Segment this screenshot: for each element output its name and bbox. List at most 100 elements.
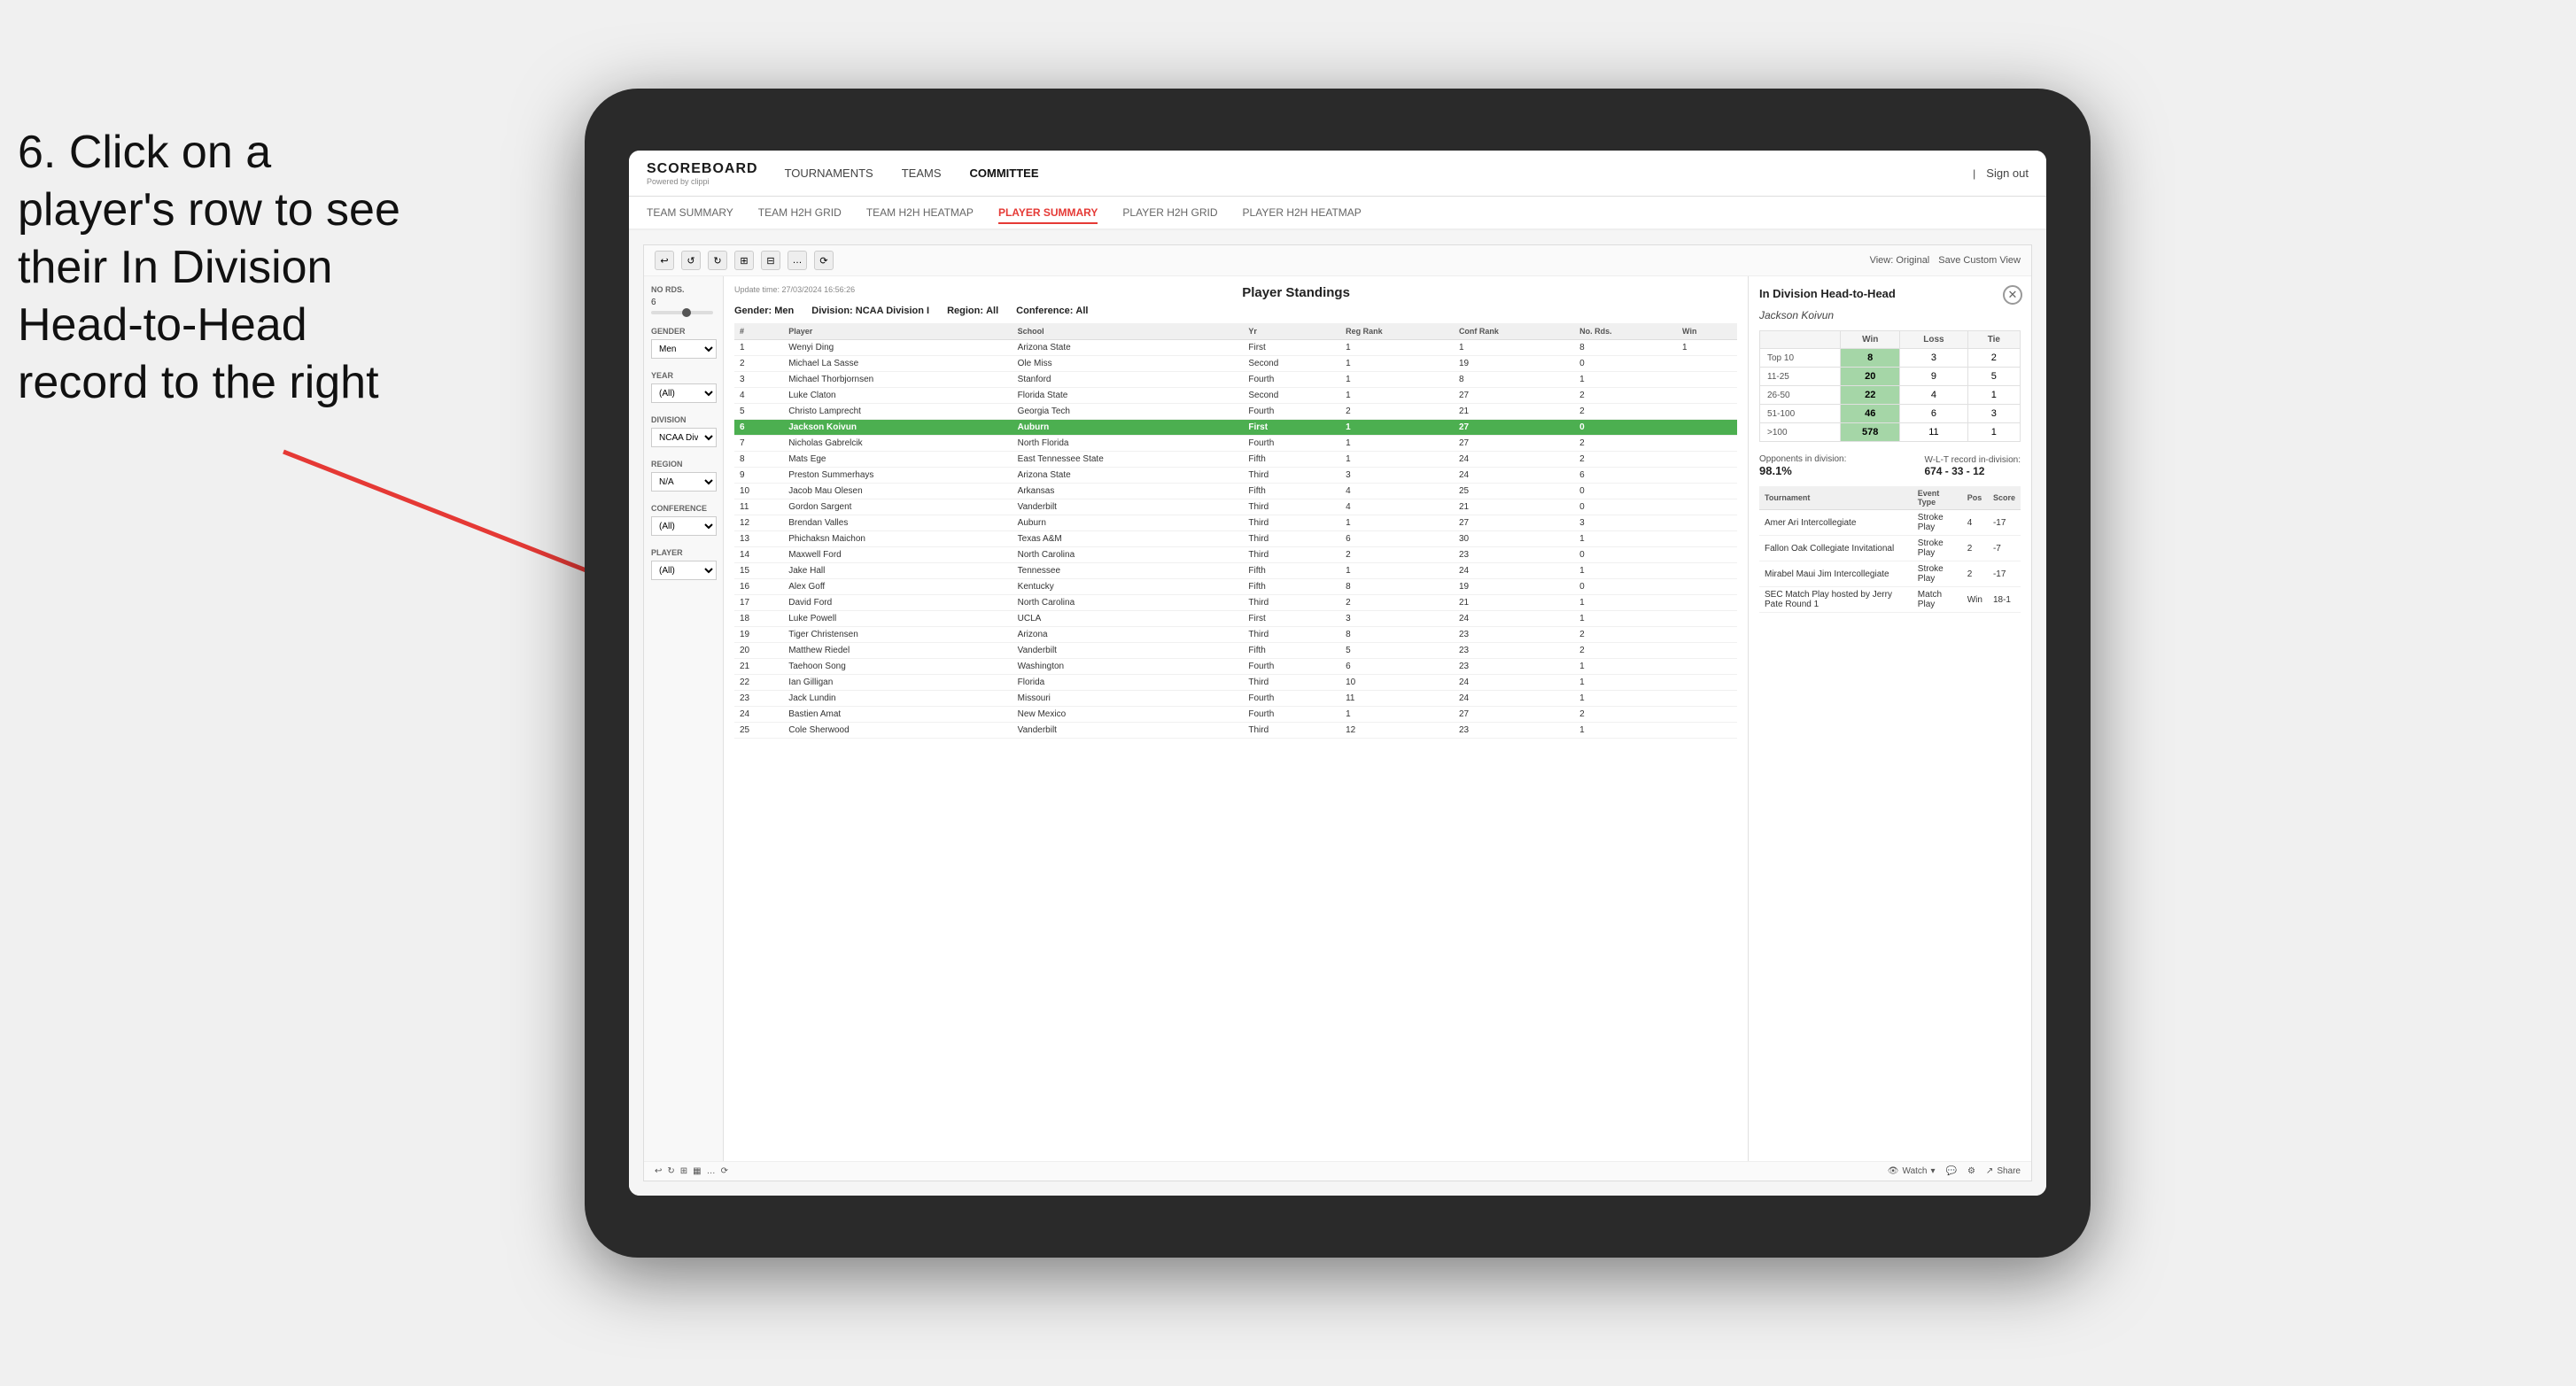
h2h-opponents-pct: 98.1% — [1759, 464, 1846, 477]
h2h-tour-col-name: Tournament — [1759, 486, 1913, 510]
sub-nav-player-h2h-grid[interactable]: PLAYER H2H GRID — [1122, 203, 1217, 224]
h2h-close-btn[interactable]: ✕ — [2003, 285, 2022, 305]
tablet-frame: SCOREBOARD Powered by clippi TOURNAMENTS… — [585, 89, 2091, 1258]
col-yr: Yr — [1243, 323, 1340, 340]
save-custom-btn[interactable]: Save Custom View — [1938, 255, 2021, 266]
sub-nav-player-h2h-heatmap[interactable]: PLAYER H2H HEATMAP — [1243, 203, 1362, 224]
standings-table-row[interactable]: 23Jack LundinMissouriFourth11241 — [734, 691, 1737, 707]
filter-player-select[interactable]: (All) — [651, 561, 717, 580]
filter-year-group: Year (All) — [651, 371, 716, 403]
h2h-tournaments-table: Tournament Event Type Pos Score Amer Ari… — [1759, 486, 2021, 613]
sign-out-btn[interactable]: Sign out — [1986, 163, 2029, 183]
filter-player-label: Player — [651, 548, 716, 557]
pbi-toolbar-right: View: Original Save Custom View — [1870, 255, 2021, 266]
filter-gender-label: Gender — [651, 327, 716, 336]
standings-table-row[interactable]: 14Maxwell FordNorth CarolinaThird2230 — [734, 547, 1737, 563]
standings-filters: Gender: Men Division: NCAA Division I Re… — [734, 306, 1737, 316]
standings-table-row[interactable]: 19Tiger ChristensenArizonaThird8232 — [734, 627, 1737, 643]
bottom-redo[interactable]: ↻ — [667, 1166, 674, 1176]
standings-table-row[interactable]: 22Ian GilliganFloridaThird10241 — [734, 675, 1737, 691]
standings-table-row[interactable]: 3Michael ThorbjornsenStanfordFourth181 — [734, 372, 1737, 388]
filter-no-rds-slider[interactable] — [651, 311, 713, 314]
standings-table-row[interactable]: 15Jake HallTennesseeFifth1241 — [734, 563, 1737, 579]
standings-table-row[interactable]: 2Michael La SasseOle MissSecond1190 — [734, 356, 1737, 372]
region-filter-label: Region: All — [947, 306, 998, 316]
logo-text: SCOREBOARD — [647, 161, 758, 177]
paste-btn[interactable]: ⊟ — [761, 251, 780, 270]
bottom-refresh[interactable]: ⟳ — [721, 1166, 728, 1176]
sub-nav-team-h2h-grid[interactable]: TEAM H2H GRID — [758, 203, 842, 224]
standings-title: Player Standings — [1242, 285, 1350, 300]
nav-separator: | — [1973, 167, 1975, 180]
more-btn[interactable]: … — [788, 251, 807, 270]
standings-table-row[interactable]: 11Gordon SargentVanderbiltThird4210 — [734, 499, 1737, 515]
filter-no-rds: No Rds. 6 — [651, 285, 716, 314]
h2h-panel: In Division Head-to-Head Jackson Koivun … — [1748, 276, 2031, 1161]
h2h-col-loss: Loss — [1900, 331, 1967, 349]
standings-table-row[interactable]: 17David FordNorth CarolinaThird2211 — [734, 595, 1737, 611]
sub-nav-team-h2h-heatmap[interactable]: TEAM H2H HEATMAP — [866, 203, 974, 224]
col-num: # — [734, 323, 783, 340]
settings-btn[interactable]: ⚙ — [1967, 1166, 1975, 1176]
nav-committee[interactable]: COMMITTEE — [970, 163, 1039, 183]
filter-year-select[interactable]: (All) — [651, 383, 717, 403]
nav-right: | Sign out — [1973, 163, 2029, 183]
standings-table-row[interactable]: 25Cole SherwoodVanderbiltThird12231 — [734, 723, 1737, 739]
redo2-btn[interactable]: ↻ — [708, 251, 727, 270]
standings-table-row[interactable]: 9Preston SummerhaysArizona StateThird324… — [734, 468, 1737, 484]
filter-gender-select[interactable]: Men Women — [651, 339, 717, 359]
standings-table-row[interactable]: 8Mats EgeEast Tennessee StateFifth1242 — [734, 452, 1737, 468]
view-original-btn[interactable]: View: Original — [1870, 255, 1930, 266]
standings-table-row[interactable]: 7Nicholas GabrelcikNorth FloridaFourth12… — [734, 436, 1737, 452]
logo-area: SCOREBOARD Powered by clippi — [647, 161, 758, 186]
filter-conference-select[interactable]: (All) — [651, 516, 717, 536]
tablet-screen: SCOREBOARD Powered by clippi TOURNAMENTS… — [629, 151, 2046, 1196]
standings-table-row[interactable]: 20Matthew RiedelVanderbiltFifth5232 — [734, 643, 1737, 659]
standings-table-row[interactable]: 4Luke ClatonFlorida StateSecond1272 — [734, 388, 1737, 404]
standings-table-row[interactable]: 13Phichaksn MaichonTexas A&MThird6301 — [734, 531, 1737, 547]
h2h-record: 674 - 33 - 12 — [1924, 465, 2021, 477]
h2h-player: Jackson Koivun — [1759, 309, 2021, 321]
watch-btn[interactable]: 👁 Watch ▾ — [1888, 1166, 1936, 1176]
filter-conference-label: Conference — [651, 504, 716, 513]
h2h-table: Win Loss Tie Top 1083211-25209526-502241… — [1759, 330, 2021, 442]
bottom-filter[interactable]: ▦ — [693, 1166, 701, 1176]
standings-table-row[interactable]: 10Jacob Mau OlesenArkansasFifth4250 — [734, 484, 1737, 499]
sub-nav-player-summary[interactable]: PLAYER SUMMARY — [998, 203, 1098, 224]
standings-table-row[interactable]: 18Luke PowellUCLAFirst3241 — [734, 611, 1737, 627]
h2h-col-tie: Tie — [1967, 331, 2020, 349]
nav-teams[interactable]: TEAMS — [902, 163, 942, 183]
sub-nav-team-summary[interactable]: TEAM SUMMARY — [647, 203, 733, 224]
h2h-table-row: Top 10832 — [1760, 349, 2021, 368]
h2h-tournaments: Tournament Event Type Pos Score Amer Ari… — [1759, 486, 2021, 1150]
h2h-tournament-row: SEC Match Play hosted by Jerry Pate Roun… — [1759, 587, 2021, 613]
standings-table-row[interactable]: 16Alex GoffKentuckyFifth8190 — [734, 579, 1737, 595]
comment-btn[interactable]: 💬 — [1946, 1166, 1957, 1176]
h2h-col-label — [1760, 331, 1841, 349]
copy-btn[interactable]: ⊞ — [734, 251, 754, 270]
standings-table-row[interactable]: 5Christo LamprechtGeorgia TechFourth2212 — [734, 404, 1737, 420]
bottom-undo[interactable]: ↩ — [655, 1166, 662, 1176]
redo-btn[interactable]: ↺ — [681, 251, 701, 270]
standings-table-row[interactable]: 1Wenyi DingArizona StateFirst1181 — [734, 340, 1737, 356]
standings-table-row[interactable]: 6Jackson KoivunAuburnFirst1270 — [734, 420, 1737, 436]
standings-table: # Player School Yr Reg Rank Conf Rank No… — [734, 323, 1737, 739]
bottom-copy[interactable]: ⊞ — [680, 1166, 687, 1176]
bottom-more[interactable]: … — [707, 1166, 716, 1176]
standings-table-row[interactable]: 21Taehoon SongWashingtonFourth6231 — [734, 659, 1737, 675]
h2h-table-row: 51-1004663 — [1760, 405, 2021, 423]
standings-table-row[interactable]: 12Brendan VallesAuburnThird1273 — [734, 515, 1737, 531]
refresh-btn[interactable]: ⟳ — [814, 251, 834, 270]
share-btn[interactable]: ↗ Share — [1986, 1166, 2021, 1176]
h2h-title: In Division Head-to-Head — [1759, 287, 2021, 300]
filter-division-group: Division NCAA Division I — [651, 415, 716, 447]
filter-division-select[interactable]: NCAA Division I — [651, 428, 717, 447]
standings-table-header: # Player School Yr Reg Rank Conf Rank No… — [734, 323, 1737, 340]
filter-region-select[interactable]: N/A — [651, 472, 717, 492]
filter-player-group: Player (All) — [651, 548, 716, 580]
top-nav: SCOREBOARD Powered by clippi TOURNAMENTS… — [629, 151, 2046, 197]
nav-tournaments[interactable]: TOURNAMENTS — [785, 163, 873, 183]
undo-btn[interactable]: ↩ — [655, 251, 674, 270]
filter-region-label: Region — [651, 460, 716, 468]
standings-table-row[interactable]: 24Bastien AmatNew MexicoFourth1272 — [734, 707, 1737, 723]
